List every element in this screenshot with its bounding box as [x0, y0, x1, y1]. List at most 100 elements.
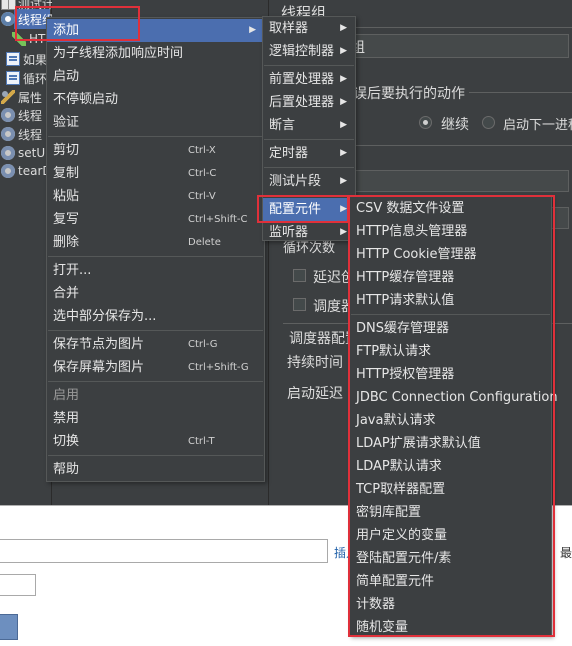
menu-separator — [264, 139, 354, 140]
menu-separator — [48, 256, 263, 257]
continue-radio-label: 继续 — [441, 117, 469, 133]
config-submenu-item-item-16[interactable]: 登陆配置元件/素 — [350, 547, 551, 570]
tree-item-http[interactable]: HT — [0, 30, 52, 48]
context-menu-item-item-16[interactable]: 保存节点为图片 Ctrl-G — [47, 333, 264, 356]
context-menu-item-item-12[interactable]: 打开... — [47, 259, 264, 282]
menu-item-label: HTTP信息头管理器 — [356, 224, 468, 239]
context-menu-item-item-19[interactable]: 启用 — [47, 384, 264, 407]
delay-create-checkbox[interactable] — [293, 269, 306, 282]
menu-item-label: FTP默认请求 — [356, 344, 432, 359]
context-menu-item-item-3[interactable]: 不停顿启动 — [47, 88, 264, 111]
config-submenu-item-ldap-12[interactable]: LDAP默认请求 — [350, 455, 551, 478]
add-submenu-item-pre-processor-3[interactable]: 前置处理器 ▶ — [263, 68, 355, 91]
submenu-arrow-icon: ▶ — [340, 227, 347, 237]
menu-item-label: 禁用 — [53, 411, 80, 426]
config-submenu-item-csv-0[interactable]: CSV 数据文件设置 — [350, 197, 551, 220]
menu-item-label: 逻辑控制器 — [269, 44, 335, 59]
tree-item-thread-group[interactable]: 线程组 — [0, 10, 52, 28]
config-submenu-item-item-18[interactable]: 计数器 — [350, 593, 551, 616]
add-submenu-item-assertion-5[interactable]: 断言 ▶ — [263, 114, 355, 137]
next-loop-radio-label: 启动下一进程 — [503, 118, 572, 133]
add-submenu-item-test-fragment-9[interactable]: 测试片段 ▶ — [263, 170, 355, 193]
config-submenu-item-item-17[interactable]: 简单配置元件 — [350, 570, 551, 593]
add-submenu-item-config-element-11[interactable]: 配置元件 ▶ — [263, 198, 355, 221]
config-element-submenu: CSV 数据文件设置 HTTP信息头管理器 HTTP Cookie管理器 HTTP缓存… — [349, 196, 558, 639]
tree-item-if[interactable]: 如果 — [0, 50, 52, 68]
menu-item-label: 启用 — [53, 388, 80, 403]
menu-item-label: 断言 — [269, 118, 296, 133]
context-menu-item-item-8[interactable]: 粘贴 Ctrl-V — [47, 185, 264, 208]
config-submenu-item-java-10[interactable]: Java默认请求 — [350, 409, 551, 432]
add-submenu-item-listener-12[interactable]: 监听器 ▶ — [263, 221, 355, 244]
menu-item-label: 后置处理器 — [269, 95, 335, 110]
menu-item-label: 定时器 — [269, 146, 309, 161]
name-field[interactable] — [349, 34, 569, 58]
config-submenu-item-tcp-13[interactable]: TCP取样器配置 — [350, 478, 551, 501]
config-submenu-item-dns-6[interactable]: DNS缓存管理器 — [350, 317, 551, 340]
context-menu-item-item-9[interactable]: 复写 Ctrl+Shift-C — [47, 208, 264, 231]
if-controller-icon — [6, 52, 20, 66]
context-menu-item-item-2[interactable]: 启动 — [47, 65, 264, 88]
context-menu-item-item-1[interactable]: 为子线程添加响应时间 — [47, 42, 264, 65]
test-plan-tree[interactable]: 测试计划 线程组 HT 如果 循环 属性 线程 线程 setU tearD — [0, 0, 52, 505]
config-submenu-item-http-3[interactable]: HTTP缓存管理器 — [350, 266, 551, 289]
config-submenu-item-item-15[interactable]: 用户定义的变量 — [350, 524, 551, 547]
config-submenu-item-ldap-11[interactable]: LDAP扩展请求默认值 — [350, 432, 551, 455]
context-menu-item-item-21[interactable]: 切换 Ctrl-T — [47, 430, 264, 453]
submenu-arrow-icon: ▶ — [340, 97, 347, 107]
config-submenu-item-http-8[interactable]: HTTP授权管理器 — [350, 363, 551, 386]
tree-item-thread-1[interactable]: 线程 — [0, 106, 52, 124]
context-menu-item-item-7[interactable]: 复制 Ctrl-C — [47, 162, 264, 185]
menu-item-label: HTTP Cookie管理器 — [356, 247, 477, 262]
submenu-arrow-icon: ▶ — [340, 148, 347, 158]
menu-item-label: 配置元件 — [269, 202, 322, 217]
tree-item-loop[interactable]: 循环 — [0, 69, 52, 87]
tree-item-thread-2[interactable]: 线程 — [0, 125, 52, 143]
config-submenu-item-item-19[interactable]: 随机变量 — [350, 616, 551, 639]
submenu-arrow-icon: ▶ — [340, 204, 347, 214]
config-submenu-item-http-cookie-2[interactable]: HTTP Cookie管理器 — [350, 243, 551, 266]
ramp-up-field[interactable] — [349, 170, 569, 192]
submenu-arrow-icon: ▶ — [340, 176, 347, 186]
menu-item-label: DNS缓存管理器 — [356, 321, 449, 336]
add-submenu-item-sampler-0[interactable]: 取样器 ▶ — [263, 17, 355, 40]
bottom-text-input[interactable] — [0, 539, 328, 563]
context-menu-item-item-13[interactable]: 合并 — [47, 282, 264, 305]
context-menu-item-item-17[interactable]: 保存屏幕为图片 Ctrl+Shift-G — [47, 356, 264, 379]
menu-item-label: HTTP请求默认值 — [356, 293, 455, 308]
submenu-arrow-icon: ▶ — [340, 120, 347, 130]
loop-controller-icon — [6, 71, 20, 85]
tree-item-teardown[interactable]: tearD — [0, 162, 52, 180]
menu-item-label: 保存节点为图片 — [53, 337, 145, 352]
context-menu-item-item-6[interactable]: 剪切 Ctrl-X — [47, 139, 264, 162]
menu-item-label: 监听器 — [269, 225, 309, 240]
menu-separator — [264, 65, 354, 66]
context-menu-item-item-20[interactable]: 禁用 — [47, 407, 264, 430]
context-menu-item-item-14[interactable]: 选中部分保存为... — [47, 305, 264, 328]
add-submenu-item-post-processor-4[interactable]: 后置处理器 ▶ — [263, 91, 355, 114]
gear-icon — [1, 164, 15, 178]
tree-item-setup[interactable]: setU — [0, 144, 52, 162]
add-submenu-item-timer-7[interactable]: 定时器 ▶ — [263, 142, 355, 165]
menu-item-label: 剪切 — [53, 143, 80, 158]
context-menu-item-item-4[interactable]: 验证 — [47, 111, 264, 134]
config-submenu-item-ftp-7[interactable]: FTP默认请求 — [350, 340, 551, 363]
context-menu-item-item-23[interactable]: 帮助 — [47, 458, 264, 481]
next-loop-radio[interactable] — [482, 116, 495, 129]
bottom-button[interactable] — [0, 614, 18, 640]
config-submenu-item-http-4[interactable]: HTTP请求默认值 — [350, 289, 551, 312]
tree-item-property[interactable]: 属性 — [0, 88, 52, 106]
context-menu-item-item-10[interactable]: 删除 Delete — [47, 231, 264, 254]
add-submenu-item-logic-controller-1[interactable]: 逻辑控制器 ▶ — [263, 40, 355, 63]
menu-item-label: 复写 — [53, 212, 80, 227]
config-submenu-item-item-14[interactable]: 密钥库配置 — [350, 501, 551, 524]
menu-item-label: 保存屏幕为图片 — [53, 360, 145, 375]
context-menu-item-add-0[interactable]: 添加 ▶ — [47, 19, 264, 42]
context-menu: 添加 ▶ 为子线程添加响应时间 启动 不停顿启动 验证剪切 Ctrl-X 复制 Ctrl-C 粘贴… — [46, 17, 265, 482]
bottom-small-input[interactable] — [0, 574, 36, 596]
menu-separator — [48, 136, 263, 137]
config-submenu-item-http-1[interactable]: HTTP信息头管理器 — [350, 220, 551, 243]
config-submenu-item-jdbc-connection-configuration-9[interactable]: JDBC Connection Configuration — [350, 386, 558, 409]
scheduler-checkbox[interactable] — [293, 298, 306, 311]
continue-radio[interactable] — [419, 116, 432, 129]
